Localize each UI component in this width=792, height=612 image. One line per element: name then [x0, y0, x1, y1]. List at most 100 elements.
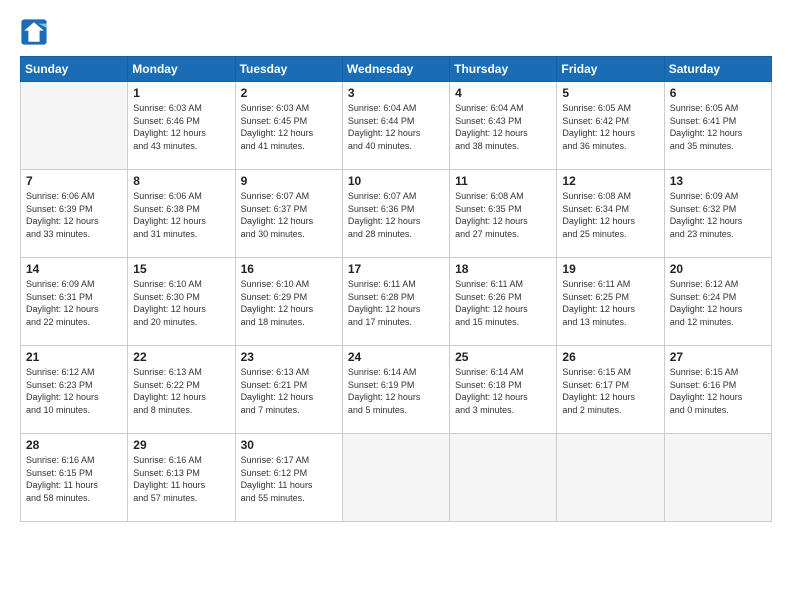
cell-info: Sunrise: 6:09 AM Sunset: 6:32 PM Dayligh…	[670, 190, 766, 240]
calendar-cell	[664, 434, 771, 522]
calendar-cell	[557, 434, 664, 522]
calendar-cell: 10 Sunrise: 6:07 AM Sunset: 6:36 PM Dayli…	[342, 170, 449, 258]
calendar-cell: 2Sunrise: 6:03 AM Sunset: 6:45 PM Daylig…	[235, 82, 342, 170]
day-number: 25	[455, 350, 551, 364]
cell-info: Sunrise: 6:10 AM Sunset: 6:30 PM Dayligh…	[133, 278, 229, 328]
calendar-cell: 8 Sunrise: 6:06 AM Sunset: 6:38 PM Daylig…	[128, 170, 235, 258]
page: SundayMondayTuesdayWednesdayThursdayFrid…	[0, 0, 792, 612]
weekday-tuesday: Tuesday	[235, 57, 342, 82]
day-number: 19	[562, 262, 658, 276]
calendar-cell: 11 Sunrise: 6:08 AM Sunset: 6:35 PM Dayli…	[450, 170, 557, 258]
calendar-cell: 7 Sunrise: 6:06 AM Sunset: 6:39 PM Daylig…	[21, 170, 128, 258]
calendar-cell: 26 Sunrise: 6:15 AM Sunset: 6:17 PM Dayli…	[557, 346, 664, 434]
day-number: 17	[348, 262, 444, 276]
day-number: 14	[26, 262, 122, 276]
cell-info: Sunrise: 6:08 AM Sunset: 6:35 PM Dayligh…	[455, 190, 551, 240]
weekday-thursday: Thursday	[450, 57, 557, 82]
cell-info: Sunrise: 6:06 AM Sunset: 6:38 PM Dayligh…	[133, 190, 229, 240]
weekday-sunday: Sunday	[21, 57, 128, 82]
weekday-saturday: Saturday	[664, 57, 771, 82]
cell-info: Sunrise: 6:11 AM Sunset: 6:25 PM Dayligh…	[562, 278, 658, 328]
calendar-cell: 14 Sunrise: 6:09 AM Sunset: 6:31 PM Dayli…	[21, 258, 128, 346]
day-number: 28	[26, 438, 122, 452]
cell-info: Sunrise: 6:12 AM Sunset: 6:24 PM Dayligh…	[670, 278, 766, 328]
cell-info: Sunrise: 6:05 AM Sunset: 6:41 PM Dayligh…	[670, 102, 766, 152]
day-number: 9	[241, 174, 337, 188]
calendar-cell	[450, 434, 557, 522]
cell-info: Sunrise: 6:16 AM Sunset: 6:15 PM Dayligh…	[26, 454, 122, 504]
calendar-cell: 9Sunrise: 6:07 AM Sunset: 6:37 PM Daylig…	[235, 170, 342, 258]
calendar-cell: 12 Sunrise: 6:08 AM Sunset: 6:34 PM Dayli…	[557, 170, 664, 258]
day-number: 11	[455, 174, 551, 188]
day-number: 27	[670, 350, 766, 364]
day-number: 13	[670, 174, 766, 188]
cell-info: Sunrise: 6:11 AM Sunset: 6:28 PM Dayligh…	[348, 278, 444, 328]
cell-info: Sunrise: 6:08 AM Sunset: 6:34 PM Dayligh…	[562, 190, 658, 240]
cell-info: Sunrise: 6:16 AM Sunset: 6:13 PM Dayligh…	[133, 454, 229, 504]
week-row-3: 14 Sunrise: 6:09 AM Sunset: 6:31 PM Dayli…	[21, 258, 772, 346]
logo	[20, 18, 52, 46]
day-number: 6	[670, 86, 766, 100]
week-row-5: 28 Sunrise: 6:16 AM Sunset: 6:15 PM Dayli…	[21, 434, 772, 522]
header	[20, 18, 772, 46]
calendar-cell: 29 Sunrise: 6:16 AM Sunset: 6:13 PM Dayli…	[128, 434, 235, 522]
day-number: 18	[455, 262, 551, 276]
week-row-1: 1 Sunrise: 6:03 AM Sunset: 6:46 PM Daylig…	[21, 82, 772, 170]
calendar-cell: 22 Sunrise: 6:13 AM Sunset: 6:22 PM Dayli…	[128, 346, 235, 434]
weekday-header-row: SundayMondayTuesdayWednesdayThursdayFrid…	[21, 57, 772, 82]
cell-info: Sunrise: 6:15 AM Sunset: 6:16 PM Dayligh…	[670, 366, 766, 416]
day-number: 30	[241, 438, 337, 452]
calendar-body: 1 Sunrise: 6:03 AM Sunset: 6:46 PM Daylig…	[21, 82, 772, 522]
day-number: 21	[26, 350, 122, 364]
cell-info: Sunrise: 6:13 AM Sunset: 6:21 PM Dayligh…	[241, 366, 337, 416]
weekday-monday: Monday	[128, 57, 235, 82]
day-number: 29	[133, 438, 229, 452]
day-number: 24	[348, 350, 444, 364]
calendar-cell: 30Sunrise: 6:17 AM Sunset: 6:12 PM Dayli…	[235, 434, 342, 522]
day-number: 16	[241, 262, 337, 276]
day-number: 1	[133, 86, 229, 100]
cell-info: Sunrise: 6:15 AM Sunset: 6:17 PM Dayligh…	[562, 366, 658, 416]
day-number: 15	[133, 262, 229, 276]
cell-info: Sunrise: 6:07 AM Sunset: 6:36 PM Dayligh…	[348, 190, 444, 240]
weekday-friday: Friday	[557, 57, 664, 82]
calendar-cell	[342, 434, 449, 522]
calendar-cell: 23 Sunrise: 6:13 AM Sunset: 6:21 PM Dayli…	[235, 346, 342, 434]
cell-info: Sunrise: 6:11 AM Sunset: 6:26 PM Dayligh…	[455, 278, 551, 328]
calendar-cell: 1 Sunrise: 6:03 AM Sunset: 6:46 PM Daylig…	[128, 82, 235, 170]
calendar-cell: 18 Sunrise: 6:11 AM Sunset: 6:26 PM Dayli…	[450, 258, 557, 346]
calendar-cell: 16Sunrise: 6:10 AM Sunset: 6:29 PM Dayli…	[235, 258, 342, 346]
cell-info: Sunrise: 6:06 AM Sunset: 6:39 PM Dayligh…	[26, 190, 122, 240]
day-number: 23	[241, 350, 337, 364]
cell-info: Sunrise: 6:03 AM Sunset: 6:45 PM Dayligh…	[241, 102, 337, 152]
calendar-cell: 5 Sunrise: 6:05 AM Sunset: 6:42 PM Daylig…	[557, 82, 664, 170]
day-number: 26	[562, 350, 658, 364]
calendar-cell: 28 Sunrise: 6:16 AM Sunset: 6:15 PM Dayli…	[21, 434, 128, 522]
day-number: 22	[133, 350, 229, 364]
calendar-cell	[21, 82, 128, 170]
calendar-cell: 17 Sunrise: 6:11 AM Sunset: 6:28 PM Dayli…	[342, 258, 449, 346]
calendar-header: SundayMondayTuesdayWednesdayThursdayFrid…	[21, 57, 772, 82]
day-number: 4	[455, 86, 551, 100]
cell-info: Sunrise: 6:05 AM Sunset: 6:42 PM Dayligh…	[562, 102, 658, 152]
calendar-cell: 27 Sunrise: 6:15 AM Sunset: 6:16 PM Dayli…	[664, 346, 771, 434]
cell-info: Sunrise: 6:13 AM Sunset: 6:22 PM Dayligh…	[133, 366, 229, 416]
cell-info: Sunrise: 6:04 AM Sunset: 6:43 PM Dayligh…	[455, 102, 551, 152]
calendar-cell: 20Sunrise: 6:12 AM Sunset: 6:24 PM Dayli…	[664, 258, 771, 346]
calendar-cell: 25 Sunrise: 6:14 AM Sunset: 6:18 PM Dayli…	[450, 346, 557, 434]
day-number: 12	[562, 174, 658, 188]
cell-info: Sunrise: 6:14 AM Sunset: 6:18 PM Dayligh…	[455, 366, 551, 416]
calendar-table: SundayMondayTuesdayWednesdayThursdayFrid…	[20, 56, 772, 522]
day-number: 5	[562, 86, 658, 100]
day-number: 8	[133, 174, 229, 188]
calendar-cell: 6 Sunrise: 6:05 AM Sunset: 6:41 PM Daylig…	[664, 82, 771, 170]
calendar-cell: 15 Sunrise: 6:10 AM Sunset: 6:30 PM Dayli…	[128, 258, 235, 346]
cell-info: Sunrise: 6:09 AM Sunset: 6:31 PM Dayligh…	[26, 278, 122, 328]
cell-info: Sunrise: 6:04 AM Sunset: 6:44 PM Dayligh…	[348, 102, 444, 152]
cell-info: Sunrise: 6:03 AM Sunset: 6:46 PM Dayligh…	[133, 102, 229, 152]
day-number: 3	[348, 86, 444, 100]
calendar-cell: 4 Sunrise: 6:04 AM Sunset: 6:43 PM Daylig…	[450, 82, 557, 170]
day-number: 10	[348, 174, 444, 188]
day-number: 7	[26, 174, 122, 188]
calendar-cell: 3 Sunrise: 6:04 AM Sunset: 6:44 PM Daylig…	[342, 82, 449, 170]
